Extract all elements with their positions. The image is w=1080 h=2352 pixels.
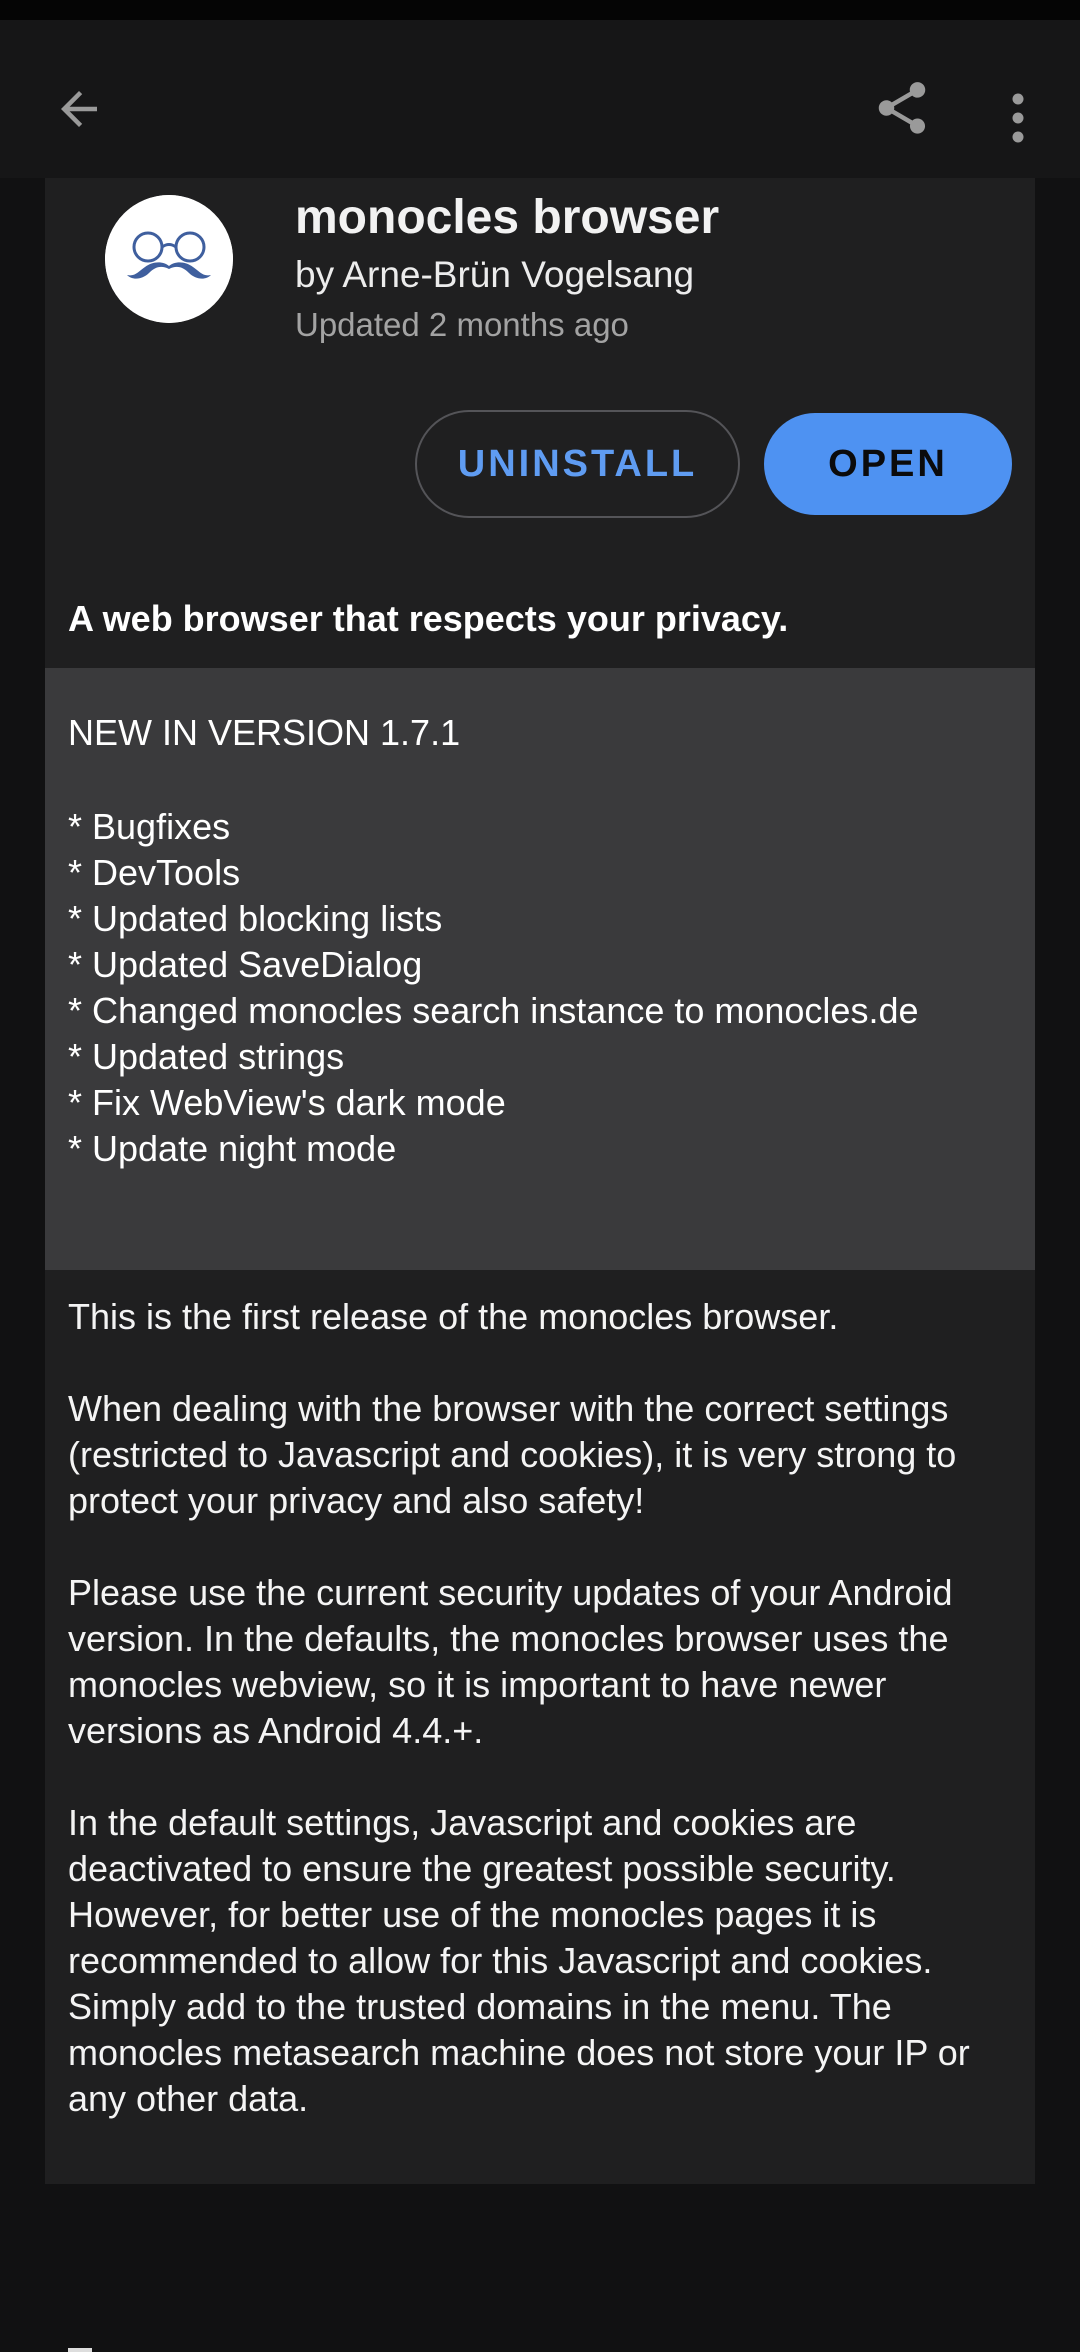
status-bar: [0, 0, 1080, 20]
app-bar: [0, 20, 1080, 178]
description-paragraph: This is the first release of the monocle…: [68, 1296, 839, 1337]
changelog-item: * Bugfixes: [68, 806, 231, 847]
app-updated-date: Updated 2 months ago: [295, 306, 629, 343]
whats-new-panel: NEW IN VERSION 1.7.1 * Bugfixes * DevToo…: [45, 668, 1035, 1270]
changelog-list: * Bugfixes * DevTools * Updated blocking…: [68, 804, 919, 1172]
changelog-item: * Update night mode: [68, 1128, 397, 1169]
uninstall-button[interactable]: UNINSTALL: [415, 410, 740, 518]
whats-new-heading: NEW IN VERSION 1.7.1: [68, 712, 461, 753]
app-summary: A web browser that respects your privacy…: [68, 598, 789, 639]
changelog-item: * Changed monocles search instance to mo…: [68, 990, 919, 1031]
changelog-item: * DevTools: [68, 852, 241, 893]
app-author: by Arne-Brün Vogelsang: [295, 254, 695, 295]
more-vertical-icon[interactable]: [990, 78, 1046, 158]
app-description: This is the first release of the monocle…: [68, 1294, 1018, 2122]
app-name: monocles browser: [295, 191, 720, 244]
clipped-text-fragment: [68, 2348, 92, 2352]
changelog-item: * Updated blocking lists: [68, 898, 443, 939]
arrow-left-icon[interactable]: [40, 70, 118, 148]
open-button[interactable]: OPEN: [764, 413, 1012, 515]
description-paragraph: In the default settings, Javascript and …: [68, 1802, 970, 2119]
changelog-item: * Updated strings: [68, 1036, 345, 1077]
app-details-card: monocles browser by Arne-Brün Vogelsang …: [45, 178, 1035, 2352]
changelog-item: * Fix WebView's dark mode: [68, 1082, 506, 1123]
share-icon[interactable]: [862, 68, 942, 148]
changelog-item: * Updated SaveDialog: [68, 944, 423, 985]
description-paragraph: Please use the current security updates …: [68, 1572, 953, 1751]
description-paragraph: When dealing with the browser with the c…: [68, 1388, 957, 1521]
app-logo-icon: [105, 195, 233, 323]
